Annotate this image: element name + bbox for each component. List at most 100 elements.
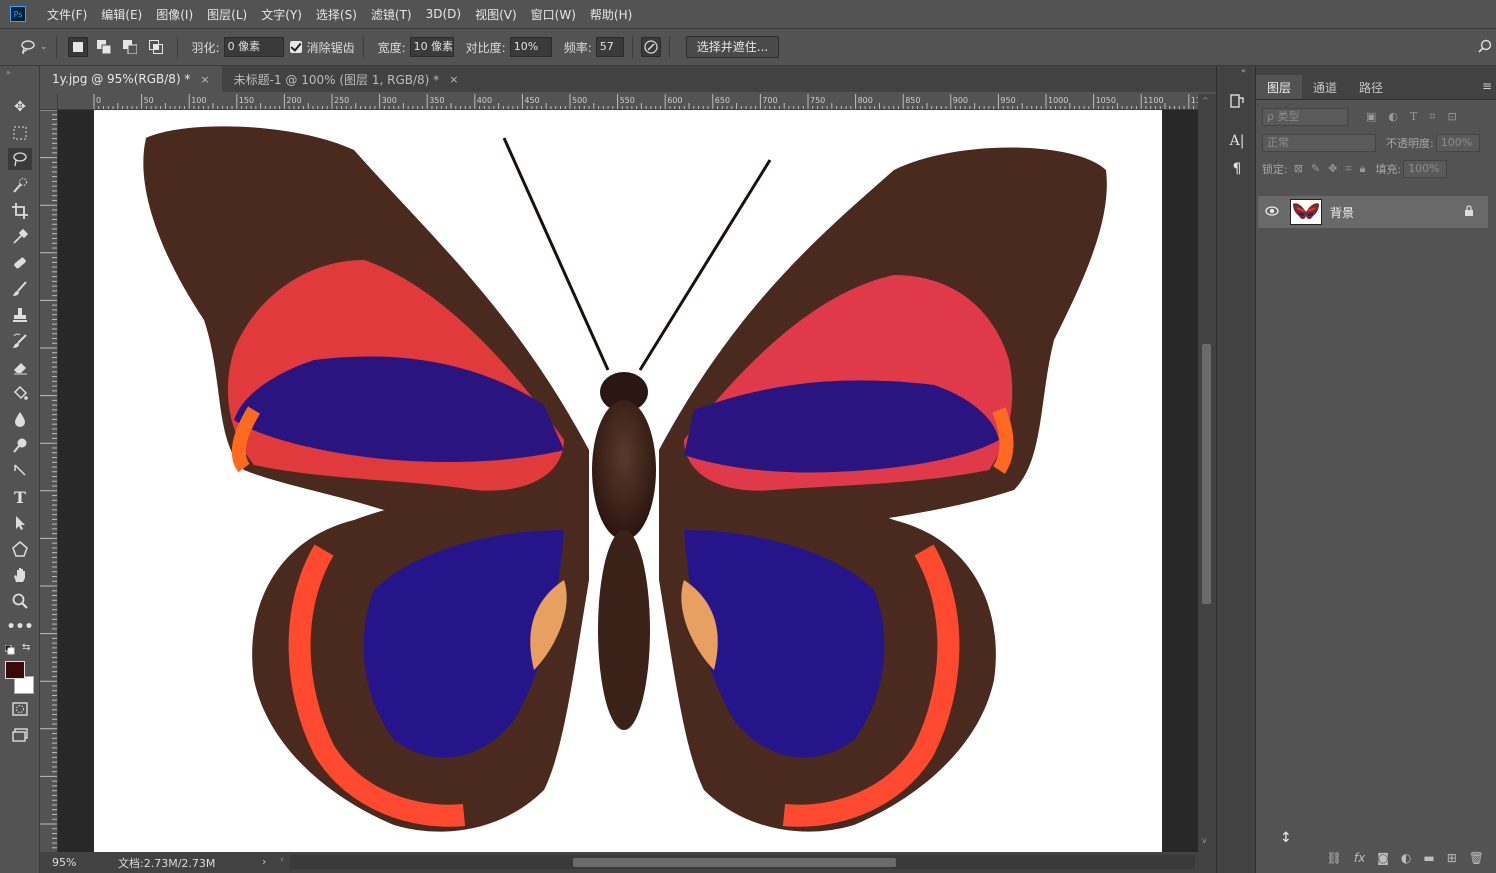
more-tools-icon[interactable]: ••• bbox=[7, 616, 34, 638]
paragraph-panel-icon[interactable]: ¶ bbox=[1228, 160, 1246, 178]
panel-menu-icon[interactable]: ≡ bbox=[1482, 79, 1496, 99]
menu-help[interactable]: 帮助(H) bbox=[583, 6, 639, 23]
menu-filter[interactable]: 滤镜(T) bbox=[364, 6, 419, 23]
quick-selection-tool-icon[interactable] bbox=[8, 174, 32, 196]
dodge-tool-icon[interactable] bbox=[8, 434, 32, 456]
frequency-input[interactable]: 57 bbox=[595, 37, 624, 57]
vertical-scrollbar[interactable]: ^ v bbox=[1198, 94, 1216, 852]
scroll-down-icon[interactable]: v bbox=[1202, 836, 1207, 845]
filter-adjustment-icon[interactable]: ◐ bbox=[1388, 110, 1398, 124]
zoom-tool-icon[interactable] bbox=[8, 590, 32, 612]
layer-style-fx-icon[interactable]: fx bbox=[1354, 851, 1365, 865]
horizontal-scrollbar[interactable]: ‹ bbox=[280, 855, 1195, 869]
new-selection-button[interactable] bbox=[67, 37, 88, 57]
new-layer-icon[interactable]: ⊞ bbox=[1447, 851, 1457, 865]
layer-filter-input[interactable]: ρ 类型 bbox=[1262, 108, 1348, 126]
blend-mode-select[interactable]: 正常 bbox=[1262, 134, 1376, 152]
fill-input[interactable]: 100% bbox=[1403, 160, 1448, 178]
menu-3d[interactable]: 3D(D) bbox=[419, 7, 468, 21]
marquee-tool-icon[interactable] bbox=[8, 122, 32, 144]
pen-tool-icon[interactable] bbox=[8, 460, 32, 482]
document-canvas[interactable] bbox=[94, 110, 1162, 852]
opacity-input[interactable]: 100% bbox=[1435, 134, 1480, 152]
history-panel-icon[interactable] bbox=[1228, 92, 1246, 110]
type-tool-icon[interactable]: T bbox=[8, 486, 32, 508]
tab-layers[interactable]: 图层 bbox=[1256, 75, 1303, 99]
feather-input[interactable]: 0 像素 bbox=[223, 37, 284, 57]
menu-edit[interactable]: 编辑(E) bbox=[94, 6, 149, 23]
collapse-tools-icon[interactable]: » bbox=[6, 68, 11, 77]
tab-1y-jpg[interactable]: 1y.jpg @ 95%(RGB/8) * × bbox=[40, 66, 222, 92]
visibility-eye-icon[interactable] bbox=[1258, 205, 1286, 219]
eraser-tool-icon[interactable] bbox=[8, 356, 32, 378]
tool-preset-chevron-icon[interactable]: ⌄ bbox=[40, 42, 48, 52]
horizontal-scroll-thumb[interactable] bbox=[573, 858, 896, 867]
vertical-ruler[interactable] bbox=[40, 110, 58, 852]
filter-type-icon[interactable]: T bbox=[1410, 110, 1417, 124]
adjustment-layer-icon[interactable]: ◐ bbox=[1401, 851, 1411, 865]
menu-view[interactable]: 视图(V) bbox=[468, 6, 524, 23]
foreground-color-swatch[interactable] bbox=[5, 661, 25, 679]
expand-panels-icon[interactable]: « bbox=[1241, 66, 1246, 75]
scroll-left-icon[interactable]: ‹ bbox=[280, 855, 284, 865]
menu-window[interactable]: 窗口(W) bbox=[524, 6, 583, 23]
link-layers-icon[interactable]: ⛓ bbox=[1327, 851, 1342, 865]
horizontal-ruler[interactable]: 0 50 100 150 200 250 300 350 400 450 500 550 600 650 7… bbox=[58, 94, 1198, 110]
zoom-level[interactable]: 95% bbox=[52, 856, 92, 869]
crop-tool-icon[interactable] bbox=[8, 200, 32, 222]
menu-type[interactable]: 文字(Y) bbox=[254, 6, 309, 23]
menu-layer[interactable]: 图层(L) bbox=[200, 6, 254, 23]
lock-transparent-icon[interactable]: ⊠ bbox=[1294, 162, 1303, 176]
lasso-tool-icon[interactable] bbox=[8, 148, 32, 170]
contrast-input[interactable]: 10% bbox=[509, 37, 552, 57]
close-icon[interactable]: × bbox=[449, 73, 458, 86]
width-input[interactable]: 10 像素 bbox=[409, 37, 454, 57]
subtract-from-selection-button[interactable] bbox=[120, 37, 140, 57]
tab-paths[interactable]: 路径 bbox=[1348, 75, 1394, 99]
new-group-folder-icon[interactable]: ▬ bbox=[1423, 851, 1434, 865]
scroll-up-icon[interactable]: ^ bbox=[1202, 96, 1209, 105]
default-colors-icon[interactable] bbox=[4, 644, 15, 658]
shape-tool-icon[interactable] bbox=[8, 538, 32, 560]
tab-channels[interactable]: 通道 bbox=[1302, 75, 1348, 99]
filter-smart-object-icon[interactable]: ⊡ bbox=[1448, 110, 1457, 124]
delete-layer-trash-icon[interactable]: 🗑︎ bbox=[1469, 851, 1484, 865]
antialias-checkbox[interactable] bbox=[289, 41, 302, 53]
pen-pressure-icon[interactable] bbox=[640, 37, 661, 57]
layer-row-background[interactable]: 背景 bbox=[1258, 196, 1488, 228]
vertical-scroll-thumb[interactable] bbox=[1202, 344, 1211, 604]
eyedropper-tool-icon[interactable] bbox=[8, 226, 32, 248]
add-mask-icon[interactable]: ◙ bbox=[1377, 851, 1389, 865]
move-tool-icon[interactable]: ✥ bbox=[8, 96, 32, 118]
layer-name[interactable]: 背景 bbox=[1330, 204, 1354, 221]
magnetic-lasso-icon[interactable] bbox=[18, 37, 38, 57]
lock-artboard-icon[interactable]: ⌗ bbox=[1345, 162, 1351, 176]
search-icon[interactable] bbox=[1478, 39, 1492, 56]
blur-tool-icon[interactable] bbox=[8, 408, 32, 430]
screen-mode-icon[interactable] bbox=[8, 724, 32, 746]
paint-bucket-tool-icon[interactable] bbox=[8, 382, 32, 404]
menu-select[interactable]: 选择(S) bbox=[309, 6, 364, 23]
intersect-selection-button[interactable] bbox=[146, 37, 166, 57]
hand-tool-icon[interactable] bbox=[8, 564, 32, 586]
path-selection-tool-icon[interactable] bbox=[8, 512, 32, 534]
lock-pixels-icon[interactable]: ✎ bbox=[1311, 162, 1320, 176]
select-and-mask-button[interactable]: 选择并遮住... bbox=[685, 36, 780, 58]
healing-brush-tool-icon[interactable] bbox=[8, 252, 32, 274]
canvas-area[interactable] bbox=[58, 110, 1198, 852]
character-panel-icon[interactable]: A| bbox=[1228, 132, 1246, 150]
menu-file[interactable]: 文件(F) bbox=[40, 6, 94, 23]
clone-stamp-tool-icon[interactable] bbox=[8, 304, 32, 326]
close-icon[interactable]: × bbox=[200, 73, 209, 86]
history-brush-tool-icon[interactable] bbox=[8, 330, 32, 352]
quick-mask-icon[interactable] bbox=[8, 698, 32, 720]
filter-shape-icon[interactable]: ⌗ bbox=[1429, 110, 1435, 124]
ruler-corner[interactable] bbox=[40, 94, 58, 110]
status-menu-arrow-icon[interactable]: › bbox=[262, 855, 266, 868]
tab-untitled-1[interactable]: 未标题-1 @ 100% (图层 1, RGB/8) * × bbox=[222, 66, 471, 92]
add-to-selection-button[interactable] bbox=[94, 37, 114, 57]
lock-position-icon[interactable]: ✥ bbox=[1328, 162, 1337, 176]
swap-colors-icon[interactable]: ⇆ bbox=[22, 642, 30, 653]
brush-tool-icon[interactable] bbox=[8, 278, 32, 300]
lock-all-icon[interactable]: 🔒︎ bbox=[1360, 162, 1366, 176]
